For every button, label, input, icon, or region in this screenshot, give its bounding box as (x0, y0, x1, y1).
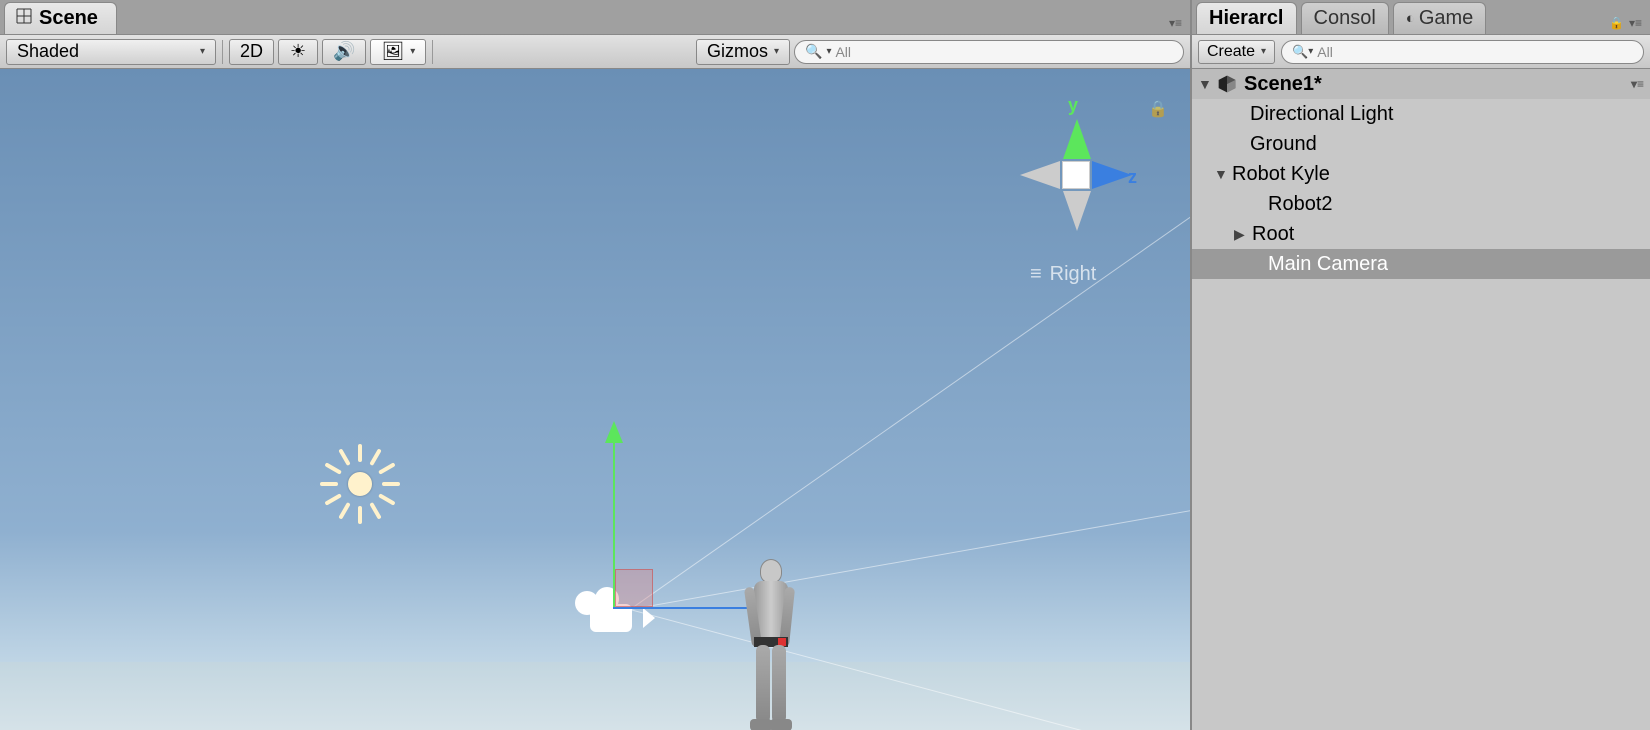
expand-toggle-icon[interactable]: ▶ (1234, 226, 1252, 243)
tab-hierarchy[interactable]: Hierarcl (1196, 2, 1297, 34)
chevron-down-icon: ▾ (410, 46, 415, 57)
tab-console-label: Consol (1314, 7, 1376, 30)
hierarchy-item-main-camera[interactable]: Main Camera (1192, 249, 1650, 279)
gizmo-y-axis[interactable] (613, 439, 615, 609)
tab-hierarchy-label: Hierarcl (1209, 7, 1284, 30)
pacman-icon: ◐ (1406, 10, 1415, 27)
hierarchy-panel: Hierarcl Consol ◐ Game 🔒 ▾≡ Create ▾ 🔍 ▾… (1190, 0, 1650, 730)
audio-toggle-button[interactable]: 🔊 (322, 39, 366, 65)
expand-toggle-icon[interactable]: ▼ (1198, 76, 1216, 92)
axis-neg-y-cone[interactable] (1063, 191, 1091, 231)
image-icon: 🖼 (381, 41, 404, 62)
scene-search-input[interactable]: 🔍 ▾ All (794, 40, 1184, 64)
right-tab-bar: Hierarcl Consol ◐ Game 🔒 ▾≡ (1192, 0, 1650, 35)
search-icon: 🔍 (1292, 44, 1308, 60)
axis-z-cone[interactable] (1092, 161, 1132, 189)
directional-light-gizmo[interactable] (320, 444, 400, 524)
toggle-2d-label: 2D (240, 41, 263, 62)
expand-toggle-icon[interactable]: ▼ (1214, 166, 1232, 182)
scene-panel: Scene ▾≡ Shaded ▾ 2D ☀ 🔊 🖼 ▾ (0, 0, 1190, 730)
item-label: Directional Light (1250, 103, 1393, 126)
hierarchy-toolbar: Create ▾ 🔍 ▾ All (1192, 35, 1650, 69)
hierarchy-item-directional-light[interactable]: Directional Light (1192, 99, 1650, 129)
toggle-2d-button[interactable]: 2D (229, 39, 274, 65)
panel-menu-icon[interactable]: ▾≡ (1629, 16, 1642, 30)
effects-toggle-button[interactable]: 🖼 ▾ (370, 39, 426, 65)
speaker-icon: 🔊 (333, 41, 355, 62)
chevron-down-icon: ▾ (826, 46, 831, 57)
chevron-down-icon: ▾ (1308, 46, 1313, 57)
create-dropdown[interactable]: Create ▾ (1198, 40, 1275, 64)
projection-label[interactable]: ≡ Right (1030, 263, 1096, 286)
scene-toolbar: Shaded ▾ 2D ☀ 🔊 🖼 ▾ Gizmos ▾ (0, 35, 1190, 69)
tab-game[interactable]: ◐ Game (1393, 2, 1487, 34)
projection-text: Right (1050, 263, 1097, 286)
axis-y-cone[interactable] (1063, 119, 1091, 159)
gizmos-label: Gizmos (707, 41, 768, 62)
hierarchy-search-input[interactable]: 🔍 ▾ All (1281, 40, 1644, 64)
hierarchy-item-root[interactable]: ▶ Root (1192, 219, 1650, 249)
app-root: Scene ▾≡ Shaded ▾ 2D ☀ 🔊 🖼 ▾ (0, 0, 1650, 730)
scene-viewport[interactable]: 🔒 y z ≡ Right (0, 69, 1190, 730)
menu-lines-icon: ≡ (1030, 263, 1042, 286)
chevron-down-icon: ▾ (774, 46, 779, 57)
unity-logo-icon (1216, 73, 1238, 95)
item-label: Robot2 (1268, 193, 1333, 216)
orientation-center[interactable] (1062, 161, 1090, 189)
scene-tab-bar: Scene ▾≡ (0, 0, 1190, 35)
panel-lock-icon[interactable]: 🔒 (1609, 16, 1624, 30)
axis-y-label: y (1068, 95, 1078, 116)
create-label: Create (1207, 43, 1255, 61)
hierarchy-scene-row[interactable]: ▼ Scene1* ▾≡ (1192, 69, 1650, 99)
chevron-down-icon: ▾ (1261, 46, 1266, 57)
gizmo-xy-plane[interactable] (615, 569, 653, 607)
row-menu-icon[interactable]: ▾≡ (1631, 77, 1644, 91)
search-placeholder: All (835, 44, 851, 60)
axis-neg-z-cone[interactable] (1020, 161, 1060, 189)
gizmos-dropdown[interactable]: Gizmos ▾ (696, 39, 790, 65)
hierarchy-item-robot-kyle[interactable]: ▼ Robot Kyle (1192, 159, 1650, 189)
orientation-gizmo[interactable]: 🔒 y z ≡ Right (1000, 89, 1150, 289)
hierarchy-item-robot2[interactable]: Robot2 (1192, 189, 1650, 219)
grid-icon (15, 7, 33, 31)
sun-icon: ☀ (290, 41, 306, 62)
search-icon: 🔍 (805, 43, 822, 60)
item-label: Main Camera (1268, 253, 1388, 276)
robot-kyle-mesh[interactable] (740, 559, 800, 730)
tab-scene[interactable]: Scene (4, 2, 117, 34)
lighting-toggle-button[interactable]: ☀ (278, 39, 318, 65)
panel-menu-icon[interactable]: ▾≡ (1169, 16, 1182, 30)
shading-mode-dropdown[interactable]: Shaded ▾ (6, 39, 216, 65)
ground-plane (0, 662, 1190, 730)
tab-console[interactable]: Consol (1301, 2, 1389, 34)
hierarchy-item-ground[interactable]: Ground (1192, 129, 1650, 159)
shading-mode-label: Shaded (17, 41, 79, 62)
tab-scene-label: Scene (39, 7, 98, 30)
hierarchy-search-placeholder: All (1317, 44, 1333, 60)
tab-game-label: Game (1419, 7, 1473, 30)
chevron-down-icon: ▾ (200, 46, 205, 57)
separator (432, 40, 433, 64)
hierarchy-tree[interactable]: ▼ Scene1* ▾≡ Directional Light Ground ▼ … (1192, 69, 1650, 730)
separator (222, 40, 223, 64)
scene-name-label: Scene1* (1244, 73, 1322, 96)
sun-core-icon (348, 472, 372, 496)
item-label: Ground (1250, 133, 1317, 156)
item-label: Root (1252, 223, 1294, 246)
item-label: Robot Kyle (1232, 163, 1330, 186)
gizmo-y-arrow[interactable] (605, 421, 623, 443)
lock-icon[interactable]: 🔒 (1148, 99, 1168, 119)
camera-frustum-line (630, 484, 1190, 610)
